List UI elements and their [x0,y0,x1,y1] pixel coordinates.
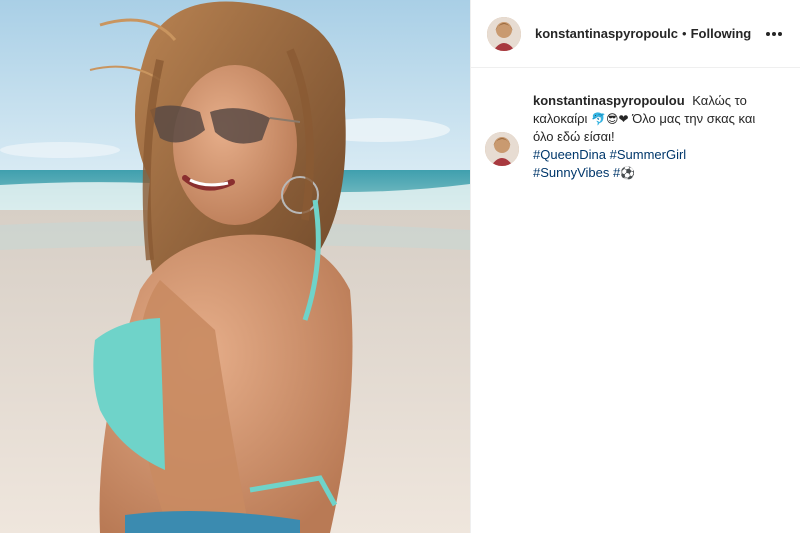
username-link[interactable]: konstantinaspyropoulc [535,26,678,41]
soccer-ball-emoji: ⚽ [620,166,636,180]
hashtag-link[interactable]: #SunnyVibes [533,165,609,180]
caption-username-link[interactable]: konstantinaspyropoulou [533,93,685,108]
beach-photo [0,0,470,533]
caption-avatar[interactable] [485,132,519,166]
following-button[interactable]: Following [691,26,752,41]
header-user-info: konstantinaspyropoulc • Following [535,26,762,41]
post-photo[interactable] [0,0,470,533]
caption-emojis: 🐬😎❤ [591,112,629,126]
caption-text: konstantinaspyropoulou Καλώς το καλοκαίρ… [533,92,773,182]
post-sidebar: konstantinaspyropoulc • Following konsta… [470,0,800,533]
more-options-button[interactable] [762,22,786,46]
ellipsis-icon [766,31,782,36]
separator-dot: • [682,26,687,41]
post-dialog: konstantinaspyropoulc • Following konsta… [0,0,800,533]
post-header: konstantinaspyropoulc • Following [471,0,800,68]
caption-block: konstantinaspyropoulou Καλώς το καλοκαίρ… [471,68,800,182]
avatar[interactable] [487,16,521,51]
hashtag-link[interactable]: #QueenDina [533,147,606,162]
hashtag-link[interactable]: #SummerGirl [610,147,687,162]
